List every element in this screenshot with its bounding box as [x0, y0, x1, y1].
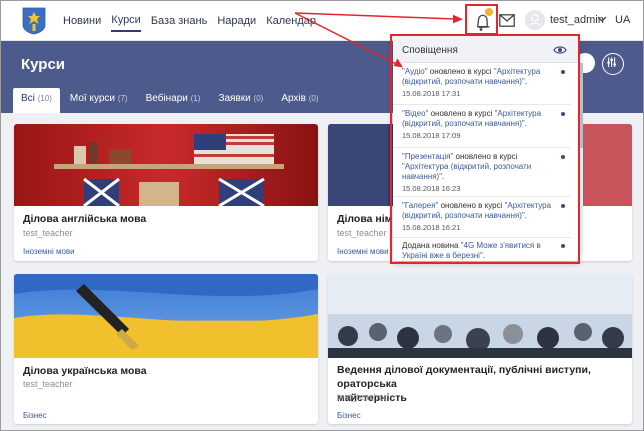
course-author: test_teacher: [337, 228, 387, 238]
course-category[interactable]: Іноземні мови: [337, 247, 389, 256]
page-title: Курси: [21, 56, 66, 73]
user-name[interactable]: test_admin: [550, 14, 604, 26]
app-window: Новини Курси База знань Наради Календар …: [0, 0, 644, 431]
course-author: test_teacher: [23, 379, 73, 389]
highlight-bell: [465, 4, 498, 35]
course-card[interactable]: Ділова англійська мова test_teacher Іноз…: [14, 124, 318, 261]
course-category[interactable]: Бізнес: [23, 411, 47, 420]
filter-button[interactable]: [602, 53, 624, 75]
highlight-panel: [390, 34, 580, 264]
course-card[interactable]: Ведення ділової документації, публічні в…: [328, 274, 632, 424]
course-category[interactable]: Бізнес: [337, 411, 361, 420]
course-title[interactable]: Ділова англійська мова: [23, 212, 146, 226]
nav-meetings[interactable]: Наради: [217, 11, 256, 31]
chevron-down-icon[interactable]: [597, 15, 607, 23]
avatar[interactable]: [525, 10, 545, 30]
course-category[interactable]: Іноземні мови: [23, 247, 75, 256]
tab-all[interactable]: Всі (10): [13, 88, 60, 113]
filter-icon: [607, 57, 616, 67]
nav-knowledge-base[interactable]: База знань: [151, 11, 207, 31]
course-author: test_teacher: [23, 228, 73, 238]
course-title-line: Ведення ділової документації, публічні в…: [337, 364, 591, 390]
tab-webinars[interactable]: Вебінари (1): [138, 88, 209, 113]
course-tabs: Всі (10) Мої курси (7) Вебінари (1) Заяв…: [13, 88, 327, 113]
nav-news[interactable]: Новини: [63, 11, 101, 31]
tab-archive[interactable]: Архів (0): [273, 88, 326, 113]
course-author: test_teacher: [337, 392, 387, 402]
tab-requests[interactable]: Заявки (0): [210, 88, 271, 113]
main-nav: Новини Курси База знань Наради Календар: [63, 1, 316, 41]
nav-calendar[interactable]: Календар: [266, 11, 316, 31]
tab-my-courses[interactable]: Мої курси (7): [62, 88, 136, 113]
course-image: [14, 124, 318, 206]
course-image: [328, 274, 632, 358]
course-card[interactable]: Ділова українська мова test_teacher Бізн…: [14, 274, 318, 424]
language-switch[interactable]: UA: [615, 14, 630, 26]
mail-icon[interactable]: [499, 14, 515, 27]
nav-courses[interactable]: Курси: [111, 10, 141, 32]
kyiv-emblem-icon[interactable]: [21, 7, 47, 35]
course-image: [14, 274, 318, 358]
course-title[interactable]: Ділова українська мова: [23, 364, 147, 378]
user-icon: [528, 14, 542, 27]
